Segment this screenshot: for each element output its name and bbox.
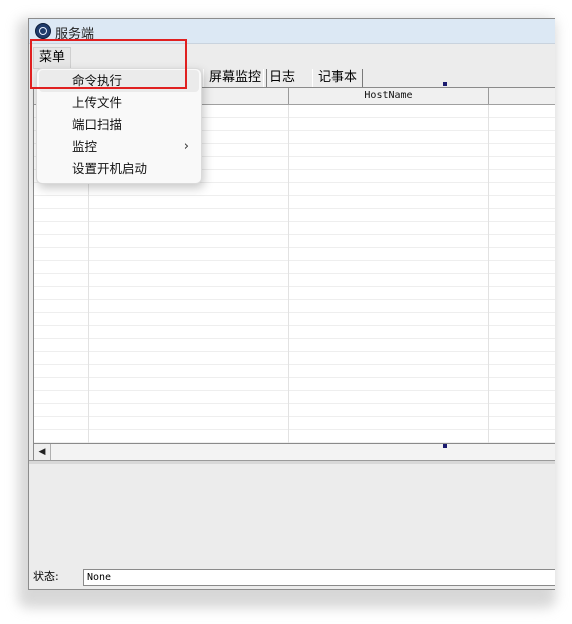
tab-screen-monitor[interactable]: 屏幕监控 (203, 69, 268, 87)
highlight-annotation-box (30, 39, 187, 89)
menu-item-label: 端口扫描 (72, 117, 123, 132)
menu-item-port-scan[interactable]: 端口扫描 (37, 114, 201, 136)
horizontal-scrollbar[interactable]: ◀ (33, 443, 555, 461)
grid-column-divider (288, 105, 289, 443)
resize-handle-top[interactable] (443, 82, 447, 86)
menu-item-label: 监控 (72, 139, 98, 154)
resize-handle-bottom[interactable] (443, 444, 447, 448)
menu-item-label: 设置开机启动 (72, 161, 148, 176)
tab-notepad[interactable]: 记事本 (312, 69, 364, 87)
status-bar: 状态: None (29, 568, 555, 586)
chevron-right-icon: › (183, 139, 189, 154)
grid-column-divider (488, 105, 489, 443)
menu-item-label: 上传文件 (72, 95, 123, 110)
menu-item-upload-file[interactable]: 上传文件 (37, 92, 201, 114)
menu-item-monitor[interactable]: 监控 › (37, 136, 201, 158)
status-label: 状态: (33, 570, 59, 583)
output-panel (29, 464, 555, 568)
app-icon (35, 23, 51, 39)
status-value: None (83, 569, 555, 586)
scroll-left-arrow-icon[interactable]: ◀ (34, 444, 51, 460)
menu-item-autostart[interactable]: 设置开机启动 (37, 158, 201, 180)
tab-log[interactable]: 日志 (263, 69, 313, 87)
grid-header-next[interactable]: 不 (489, 88, 555, 104)
grid-header-hostname[interactable]: HostName (289, 88, 489, 104)
